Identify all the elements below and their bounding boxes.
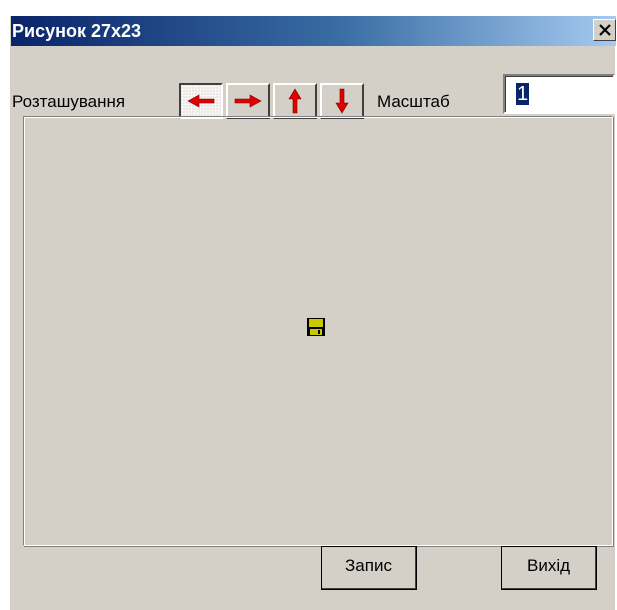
arrow-down-icon <box>335 88 349 114</box>
arrow-up-icon <box>288 88 302 114</box>
image-preview-area[interactable] <box>23 116 613 546</box>
close-icon <box>599 24 611 36</box>
close-button[interactable] <box>593 19 616 41</box>
scale-input[interactable]: 1 <box>503 74 615 114</box>
position-label: Розташування <box>12 92 126 111</box>
scale-label: Масштаб <box>377 92 450 111</box>
arrow-right-icon <box>234 94 262 108</box>
window-title: Рисунок 27x23 <box>12 21 142 41</box>
exit-button[interactable]: Вихід <box>501 546 597 590</box>
move-up-button[interactable] <box>273 83 317 119</box>
scale-value: 1 <box>516 83 530 105</box>
title-bar[interactable]: Рисунок 27x23 <box>11 16 616 46</box>
arrow-left-icon <box>187 94 215 108</box>
move-left-button[interactable] <box>179 83 223 119</box>
move-right-button[interactable] <box>226 83 270 119</box>
floppy-disk-icon <box>307 318 325 336</box>
move-down-button[interactable] <box>320 83 364 119</box>
save-button[interactable]: Запис <box>321 546 417 590</box>
image-dialog-window: Рисунок 27x23 Розташування Масштаб 1 Зап… <box>10 16 616 610</box>
